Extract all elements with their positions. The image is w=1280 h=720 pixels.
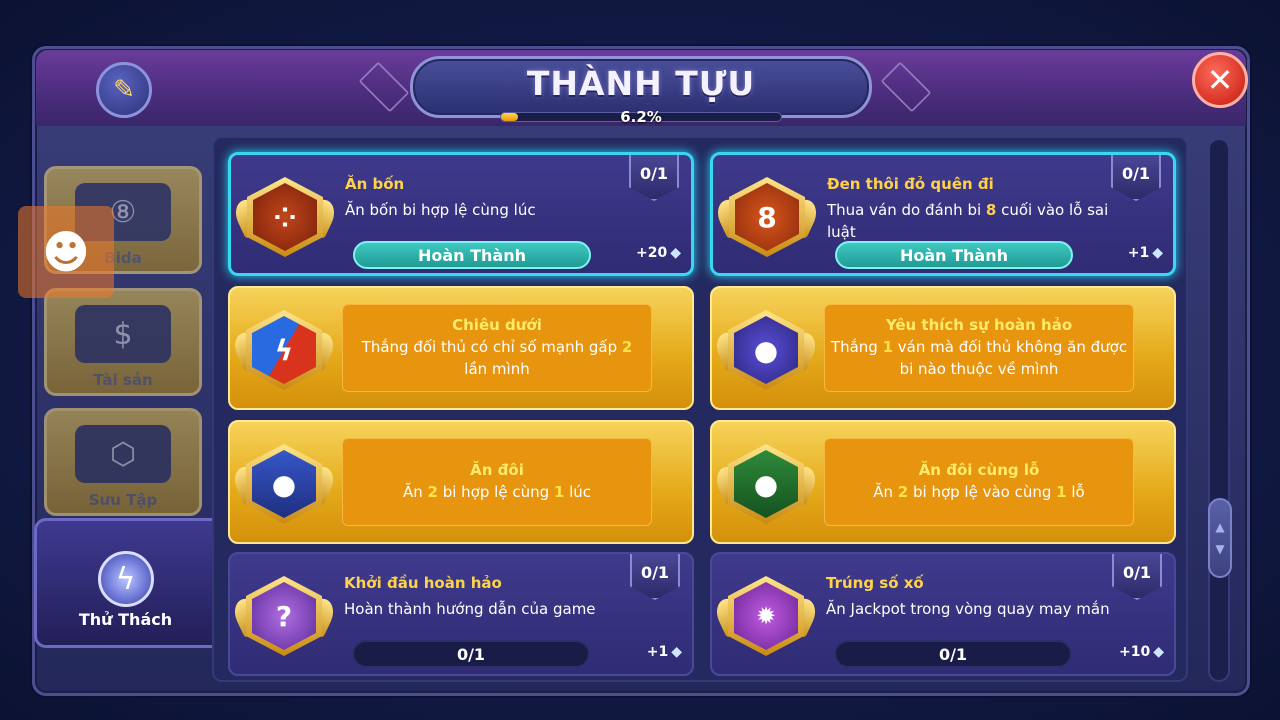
achievement-count: 0/1	[629, 155, 679, 201]
sidebar-item-label: Thử Thách	[78, 610, 173, 629]
achievement-desc: Thắng 1 ván mà đối thủ không ăn được bi …	[830, 338, 1128, 378]
achievement-desc: Ăn 2 bi hợp lệ vào cùng 1 lỗ	[873, 483, 1085, 501]
achievement-card[interactable]: ● Ăn đôi Ăn 2 bi hợp lệ cùng 1 lúc	[228, 420, 694, 544]
gem-icon: ◆	[1152, 245, 1163, 261]
page-title: THÀNH TỰU	[526, 64, 756, 103]
achievement-desc: Thua ván do đánh bi 8 cuối vào lỗ sai lu…	[827, 201, 1109, 241]
pen-icon: ✎	[113, 75, 135, 105]
tutorial-book-icon: ?	[229, 572, 339, 660]
cue-collection-icon: ⬡	[75, 425, 171, 483]
achievement-desc: Ăn bốn bi hợp lệ cùng lúc	[345, 201, 536, 219]
sidebar-item-thu-thach[interactable]: ϟ Thử Thách	[34, 518, 214, 648]
eight-ball-cross-icon: 8	[712, 173, 822, 261]
achievement-count: 0/1	[1112, 554, 1162, 600]
sidebar-item-tai-san[interactable]: $ Tài sản	[44, 288, 202, 396]
sidebar-item-label: Sưu Tập	[88, 491, 158, 509]
sidebar-item-label: Tài sản	[93, 371, 153, 389]
close-button[interactable]: ✕	[1192, 52, 1248, 108]
achievement-desc: Ăn Jackpot trong vòng quay may mắn	[826, 600, 1110, 618]
achievement-card[interactable]: ⁘ Ăn bốn Ăn bốn bi hợp lệ cùng lúc 0/1 H…	[228, 152, 694, 276]
reward: +10 ◆	[1119, 644, 1164, 660]
chevron-down-icon: ▼	[1215, 542, 1225, 556]
close-icon: ✕	[1206, 61, 1234, 99]
coins-icon: $	[75, 305, 171, 363]
achievement-title: Ăn bốn	[345, 175, 405, 193]
overlay-face-icon[interactable]: ☻	[18, 206, 114, 298]
achievement-title: Yêu thích sự hoàn hảo	[885, 316, 1073, 334]
reward-amount: +20	[636, 245, 668, 261]
achievement-progress: 0/1	[352, 640, 590, 668]
edit-button[interactable]: ✎	[96, 62, 152, 118]
sidebar-item-suu-tap[interactable]: ⬡ Sưu Tập	[44, 408, 202, 516]
achievement-title: Trúng số xố	[826, 574, 924, 592]
reward-amount: +10	[1119, 644, 1151, 660]
x2-shield-icon: ϟ	[229, 306, 339, 394]
achievement-card[interactable]: ? Khởi đầu hoàn hảo Hoàn thành hướng dẫn…	[228, 552, 694, 676]
achievement-info: Ăn đôi Ăn 2 bi hợp lệ cùng 1 lúc	[342, 438, 652, 526]
achievement-count: 0/1	[1111, 155, 1161, 201]
achievement-desc: Thắng đối thủ có chỉ số mạnh gấp 2 lần m…	[361, 338, 633, 378]
complete-button[interactable]: Hoàn Thành	[835, 241, 1073, 269]
achievement-progress: 0/1	[834, 640, 1072, 668]
four-balls-icon: ⁘	[230, 173, 340, 261]
jackpot-wheel-icon: ✹	[711, 572, 821, 660]
achievement-info: Yêu thích sự hoàn hảo Thắng 1 ván mà đối…	[824, 304, 1134, 392]
achievement-card[interactable]: ● Ăn đôi cùng lỗ Ăn 2 bi hợp lệ vào cùng…	[710, 420, 1176, 544]
reward-amount: +1	[1127, 245, 1150, 261]
gem-icon: ◆	[1153, 644, 1164, 660]
achievement-desc: Hoàn thành hướng dẫn của game	[344, 600, 596, 618]
achievement-info: Chiêu dưới Thắng đối thủ có chỉ số mạnh …	[342, 304, 652, 392]
reward: +1 ◆	[1128, 245, 1163, 261]
reward: +1 ◆	[647, 644, 682, 660]
achievement-list[interactable]: ⁘ Ăn bốn Ăn bốn bi hợp lệ cùng lúc 0/1 H…	[212, 136, 1188, 682]
complete-button[interactable]: Hoàn Thành	[353, 241, 591, 269]
overall-progress-text: 6.2%	[620, 108, 662, 126]
achievement-title: Chiêu dưới	[452, 316, 542, 334]
achievement-title: Đen thôi đỏ quên đi	[827, 175, 994, 193]
gem-icon: ◆	[671, 644, 682, 660]
reward-amount: +1	[646, 644, 669, 660]
achievement-card[interactable]: ✹ Trúng số xố Ăn Jackpot trong vòng quay…	[710, 552, 1176, 676]
achievement-info: Ăn đôi cùng lỗ Ăn 2 bi hợp lệ vào cùng 1…	[824, 438, 1134, 526]
two-balls-table-icon: ●	[229, 440, 339, 528]
achievement-card[interactable]: ϟ Chiêu dưới Thắng đối thủ có chỉ số mạn…	[228, 286, 694, 410]
achievement-title: Ăn đôi cùng lỗ	[918, 461, 1040, 479]
achievement-title: Ăn đôi	[470, 461, 524, 479]
scrollbar-thumb[interactable]: ▲ ▼	[1208, 498, 1232, 578]
reward: +20 ◆	[636, 245, 681, 261]
chevron-up-icon: ▲	[1215, 520, 1225, 534]
lightning-icon: ϟ	[97, 551, 154, 607]
achievement-card[interactable]: ● Yêu thích sự hoàn hảo Thắng 1 ván mà đ…	[710, 286, 1176, 410]
achievement-count: 0/1	[630, 554, 680, 600]
achievement-desc: Ăn 2 bi hợp lệ cùng 1 lúc	[402, 483, 592, 501]
scrollbar-track[interactable]	[1208, 138, 1230, 682]
two-balls-pocket-icon: ●	[711, 440, 821, 528]
achievement-card[interactable]: 8 Đen thôi đỏ quên đi Thua ván do đánh b…	[710, 152, 1176, 276]
ghost-ball-icon: ●	[711, 306, 821, 394]
gem-icon: ◆	[670, 245, 681, 261]
achievement-title: Khởi đầu hoàn hảo	[344, 574, 502, 592]
